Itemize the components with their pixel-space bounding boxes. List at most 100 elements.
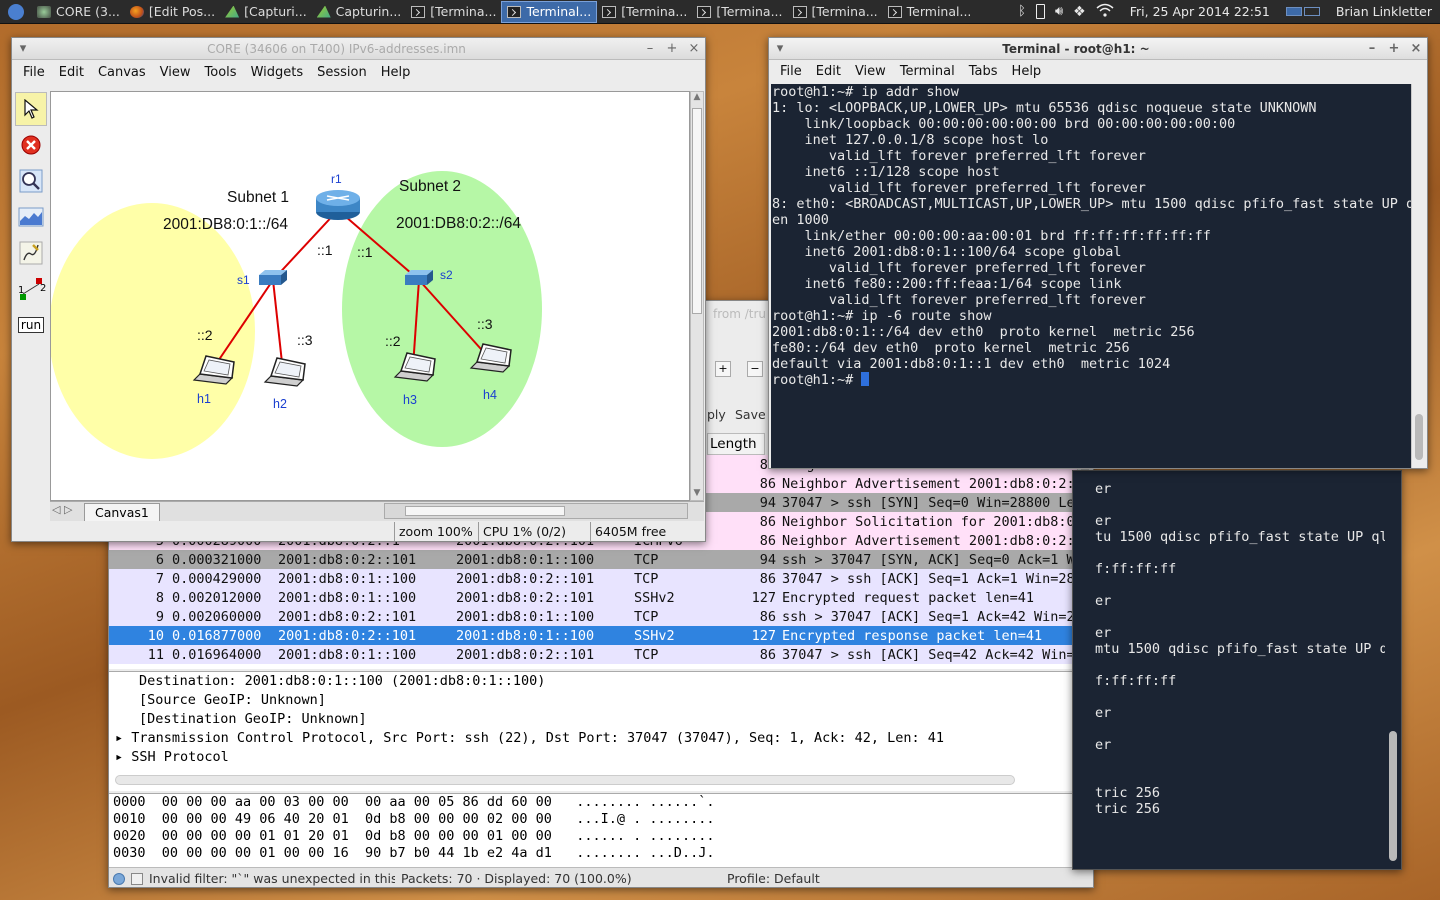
observer-icon[interactable] bbox=[15, 164, 47, 198]
canvas-hscrollbar[interactable] bbox=[384, 503, 688, 519]
minimize-icon[interactable]: – bbox=[639, 41, 661, 56]
core-menu-session[interactable]: Session bbox=[310, 65, 374, 80]
terminal-output[interactable]: root@h1:~# ip addr show 1: lo: <LOOPBACK,… bbox=[771, 84, 1411, 468]
switch-s2[interactable] bbox=[405, 270, 433, 285]
user-name[interactable]: Brian Linkletter bbox=[1330, 4, 1432, 19]
maximize-icon[interactable]: + bbox=[661, 41, 683, 56]
two-node-tool-icon[interactable]: 1 2 bbox=[15, 272, 47, 306]
taskbar-item[interactable]: [Termina... bbox=[406, 1, 501, 23]
host-h2[interactable] bbox=[263, 357, 306, 387]
tab-canvas1[interactable]: Canvas1 bbox=[84, 502, 160, 521]
window-menu-icon[interactable]: ▾ bbox=[769, 41, 791, 56]
save-button[interactable]: Save bbox=[735, 407, 766, 422]
detail-row[interactable]: ▸ SSH Protocol bbox=[109, 748, 1077, 767]
terminal-menu-terminal[interactable]: Terminal bbox=[893, 64, 962, 79]
core-menu-file[interactable]: File bbox=[16, 65, 52, 80]
hex-row[interactable]: 0030 00 00 00 00 01 00 00 16 90 b7 b0 44… bbox=[109, 845, 1077, 862]
packet-details[interactable]: Destination: 2001:db8:0:1::100 (2001:db8… bbox=[109, 671, 1077, 791]
top-panel: CORE (3... [Edit Pos... [Capturi... Capturi… bbox=[0, 0, 1440, 24]
expert-info-icon[interactable] bbox=[113, 872, 125, 885]
workspace-switcher[interactable] bbox=[1285, 7, 1320, 16]
apply-button[interactable]: ply bbox=[707, 407, 726, 422]
expand-arrow-icon[interactable]: ▸ bbox=[115, 730, 131, 746]
plot-icon[interactable] bbox=[15, 200, 47, 234]
subnet2-area[interactable] bbox=[342, 171, 542, 447]
packet-row[interactable]: 11 0.016964000 2001:db8:0:1::100 2001:db8:0… bbox=[109, 645, 1077, 664]
switch-s1[interactable] bbox=[259, 270, 287, 285]
hex-row[interactable]: 0000 00 00 00 aa 00 03 00 00 00 aa 00 05… bbox=[109, 794, 1077, 811]
packet-bytes[interactable]: 0000 00 00 00 aa 00 03 00 00 00 aa 00 05… bbox=[109, 793, 1077, 867]
router-r1[interactable] bbox=[316, 190, 360, 220]
battery-icon[interactable] bbox=[1035, 4, 1045, 19]
close-icon[interactable]: × bbox=[683, 41, 705, 56]
core-menu-view[interactable]: View bbox=[153, 65, 198, 80]
workspace-2[interactable] bbox=[1303, 7, 1320, 16]
hex-row[interactable]: 0020 00 00 00 00 01 01 20 01 0d b8 00 00… bbox=[109, 828, 1077, 845]
workspace-1[interactable] bbox=[1285, 7, 1302, 16]
core-menu-help[interactable]: Help bbox=[374, 65, 418, 80]
packet-len: 86 bbox=[759, 513, 776, 530]
taskbar-item[interactable]: [Termina... bbox=[597, 1, 692, 23]
packet-row[interactable]: 10 0.016877000 2001:db8:0:2::101 2001:db8:0… bbox=[109, 626, 1077, 645]
detail-row[interactable]: ▸ Transmission Control Protocol, Src Por… bbox=[109, 729, 1077, 748]
terminal-background-output[interactable]: er er tu 1500 qdisc pfifo_fast state UP ql… bbox=[1073, 481, 1388, 869]
minimize-icon[interactable]: – bbox=[1361, 41, 1383, 56]
core-menu-widgets[interactable]: Widgets bbox=[244, 65, 311, 80]
volume-icon[interactable]: 🔊︎ bbox=[1055, 4, 1063, 19]
taskbar-item[interactable]: [Termina... bbox=[788, 1, 883, 23]
taskbar-item[interactable]: [Termina... bbox=[692, 1, 787, 23]
marker-icon[interactable] bbox=[15, 236, 47, 270]
wifi-icon[interactable] bbox=[1096, 3, 1114, 20]
subnet1-area[interactable] bbox=[51, 203, 255, 459]
h2-if: ::3 bbox=[297, 332, 313, 348]
zoom-in-icon[interactable]: + bbox=[715, 361, 731, 377]
packet-row[interactable]: 6 0.000321000 2001:db8:0:2::101 2001:db8:0:… bbox=[109, 550, 1077, 569]
network-topology[interactable]: Subnet 1 2001:DB8:0:1::/64 Subnet 2 2001… bbox=[51, 92, 690, 501]
capture-comment-icon[interactable] bbox=[131, 872, 143, 885]
terminal-prompt-line[interactable]: root@h1:~# bbox=[771, 372, 1411, 388]
taskbar-item[interactable]: Terminal... bbox=[501, 0, 598, 23]
terminal-menu-file[interactable]: File bbox=[773, 64, 809, 79]
terminal-menu-help[interactable]: Help bbox=[1005, 64, 1049, 79]
taskbar-item[interactable]: CORE (3... bbox=[32, 1, 125, 23]
run-tool-icon[interactable]: run bbox=[15, 308, 47, 342]
expand-arrow-icon[interactable]: ▸ bbox=[115, 749, 131, 765]
terminal-menu-view[interactable]: View bbox=[848, 64, 893, 79]
dropbox-icon[interactable]: ❖ bbox=[1073, 4, 1086, 20]
packet-row[interactable]: 9 0.002060000 2001:db8:0:2::101 2001:db8:0:… bbox=[109, 607, 1077, 626]
detail-row[interactable]: Destination: 2001:db8:0:1::100 (2001:db8… bbox=[109, 672, 1077, 691]
core-titlebar[interactable]: ▾ CORE (34606 on T400) IPv6-addresses.im… bbox=[12, 38, 705, 60]
hex-row[interactable]: 0010 00 00 00 49 06 40 20 01 0d b8 00 00… bbox=[109, 811, 1077, 828]
profile-text[interactable]: Profile: Default bbox=[727, 871, 820, 886]
detail-row[interactable]: [Source GeoIP: Unknown] bbox=[109, 691, 1077, 710]
canvas-vscrollbar[interactable]: ▲ ▼ bbox=[690, 91, 704, 501]
core-menu-edit[interactable]: Edit bbox=[52, 65, 91, 80]
terminal-scrollbar[interactable] bbox=[1411, 84, 1427, 468]
terminal-background-scrollbar[interactable] bbox=[1385, 471, 1401, 869]
window-menu-icon[interactable]: ▾ bbox=[12, 41, 34, 56]
taskbar-item[interactable]: Terminal... bbox=[883, 1, 977, 23]
tab-scroll-icons[interactable]: ◁ ▷ bbox=[52, 503, 72, 516]
maximize-icon[interactable]: + bbox=[1383, 41, 1405, 56]
core-menu-tools[interactable]: Tools bbox=[198, 65, 244, 80]
packet-row[interactable]: 8 0.002012000 2001:db8:0:1::100 2001:db8:0:… bbox=[109, 588, 1077, 607]
close-icon[interactable]: × bbox=[1405, 41, 1427, 56]
select-tool-icon[interactable] bbox=[15, 92, 47, 126]
core-menu-canvas[interactable]: Canvas bbox=[91, 65, 153, 80]
details-hscrollbar[interactable] bbox=[115, 775, 1015, 785]
bluetooth-icon[interactable]: ᛒ bbox=[1018, 4, 1026, 19]
terminal-titlebar[interactable]: ▾ Terminal - root@h1: ~ – + × bbox=[769, 38, 1427, 60]
taskbar-item[interactable]: Capturin... bbox=[312, 1, 407, 23]
detail-row[interactable]: [Destination GeoIP: Unknown] bbox=[109, 710, 1077, 729]
taskbar-item[interactable]: [Capturi... bbox=[220, 1, 312, 23]
core-canvas[interactable]: Subnet 1 2001:DB8:0:1::/64 Subnet 2 2001… bbox=[50, 91, 690, 501]
terminal-menu-edit[interactable]: Edit bbox=[809, 64, 848, 79]
stop-icon[interactable] bbox=[15, 128, 47, 162]
clock[interactable]: Fri, 25 Apr 2014 22:51 bbox=[1124, 4, 1276, 19]
column-header-length[interactable]: Length bbox=[707, 433, 765, 455]
terminal-menu-tabs[interactable]: Tabs bbox=[962, 64, 1005, 79]
packet-row[interactable]: 7 0.000429000 2001:db8:0:1::100 2001:db8:0:… bbox=[109, 569, 1077, 588]
taskbar-item[interactable]: [Edit Pos... bbox=[125, 1, 220, 23]
app-menu-button[interactable] bbox=[0, 1, 32, 23]
zoom-out-icon[interactable]: − bbox=[747, 361, 763, 377]
